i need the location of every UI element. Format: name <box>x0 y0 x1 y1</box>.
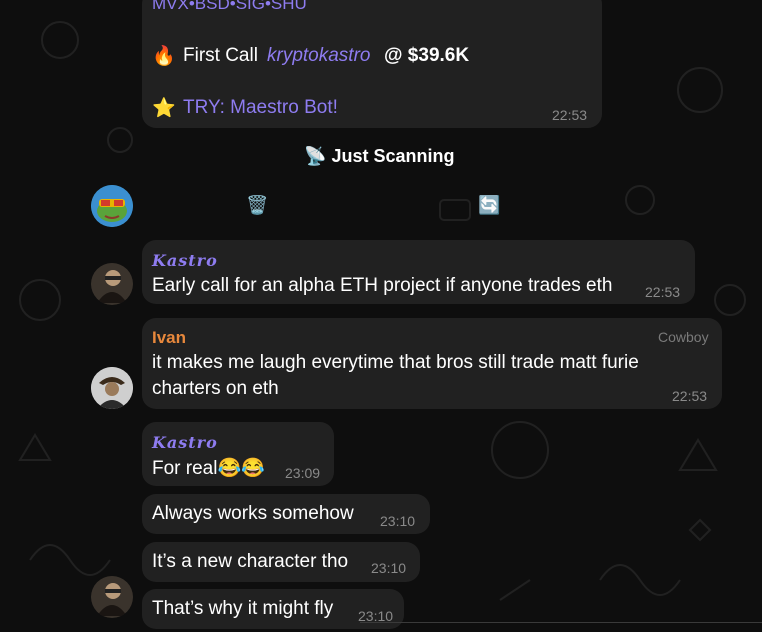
message-text: For real😂😂 <box>152 458 265 479</box>
user-photo-icon <box>91 576 133 618</box>
message-bubble: Always works somehow 23:10 <box>142 494 430 534</box>
frog-avatar-icon <box>91 185 133 227</box>
message-time: 23:10 <box>371 560 407 576</box>
first-call-user-link[interactable]: kryptokastro <box>267 45 370 67</box>
first-call-label: First Call <box>183 45 258 66</box>
message-bubble: Kastro Early call for an alpha ETH proje… <box>142 240 695 304</box>
message-bubble: That’s why it might fly 23:10 <box>142 589 404 629</box>
message-time: 22:53 <box>552 107 588 123</box>
message-time: 23:09 <box>285 465 321 481</box>
message-time: 22:53 <box>672 388 708 404</box>
just-scanning-label: Just Scanning <box>331 146 455 166</box>
message-text: Early call for an alpha ETH project if a… <box>152 275 613 296</box>
satellite-dish-icon: 📡 <box>304 146 327 166</box>
sender-name[interactable]: Ivan <box>152 328 186 348</box>
first-call-price: @ $39.6K <box>384 45 470 66</box>
composer-divider <box>360 622 762 623</box>
kastro-avatar[interactable] <box>91 263 133 305</box>
ivan-avatar[interactable] <box>91 367 133 409</box>
message-bubble: It’s a new character tho 23:10 <box>142 542 420 582</box>
message-text-line2: charters on eth <box>152 378 279 399</box>
user-photo-icon <box>91 263 133 305</box>
message-time: 22:53 <box>645 284 681 300</box>
ticker-links[interactable]: MVX•BSD•SIG•SHU <box>152 0 307 14</box>
message-bubble: Kastro For real😂😂 23:09 <box>142 422 334 486</box>
fire-icon: 🔥 <box>152 46 176 67</box>
sender-rank: Cowboy <box>658 329 709 345</box>
user-photo-icon <box>91 367 133 409</box>
kastro-avatar[interactable] <box>91 576 133 618</box>
message-text: That’s why it might fly <box>152 598 334 619</box>
refresh-icon[interactable]: 🔄 <box>478 195 500 216</box>
bot-message-bubble: MVX•BSD•SIG•SHU 🔥 First Call kryptokastr… <box>142 0 602 128</box>
message-text: It’s a new character tho <box>152 551 349 572</box>
sender-name[interactable]: Kastro <box>152 251 218 270</box>
message-text-line1: it makes me laugh everytime that bros st… <box>152 352 639 373</box>
bot-avatar[interactable] <box>91 185 133 227</box>
message-text: Always works somehow <box>152 503 354 524</box>
star-icon: ⭐ <box>152 98 176 119</box>
trash-icon[interactable]: 🗑️ <box>246 195 268 216</box>
just-scanning-button[interactable]: 📡 Just Scanning <box>304 146 454 167</box>
message-bubble: Ivan Cowboy it makes me laugh everytime … <box>142 318 722 409</box>
sender-name[interactable]: Kastro <box>152 433 218 452</box>
maestro-bot-link[interactable]: TRY: Maestro Bot! <box>183 97 338 119</box>
message-time: 23:10 <box>380 513 416 529</box>
